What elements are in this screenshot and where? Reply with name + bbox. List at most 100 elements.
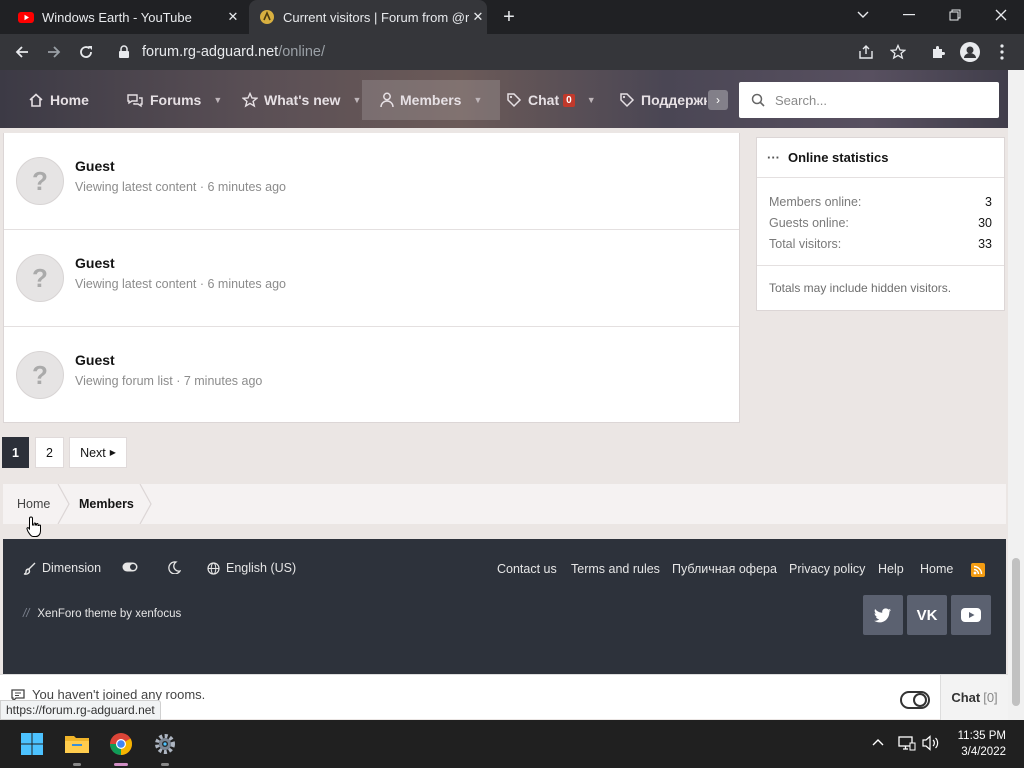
nav-support[interactable]: Поддержк: [619, 80, 707, 120]
nav-scroll-right-button[interactable]: ›: [708, 90, 728, 110]
user-icon: [380, 92, 394, 108]
reload-icon: [80, 46, 92, 58]
style-toggle[interactable]: [122, 562, 144, 572]
bookmark-button[interactable]: [886, 40, 910, 64]
nav-whats-new[interactable]: What's new ▼: [242, 80, 361, 120]
volume-icon[interactable]: [922, 735, 940, 754]
caret-right-icon: ▶: [109, 448, 116, 457]
system-clock[interactable]: 11:35 PM 3/4/2022: [954, 728, 1006, 760]
stat-value: 30: [978, 215, 992, 230]
twitter-button[interactable]: [863, 595, 903, 635]
language-chooser[interactable]: English (US): [207, 561, 296, 575]
minimize-button[interactable]: [886, 0, 932, 30]
restore-icon: [949, 9, 961, 21]
footer-link-contact[interactable]: Contact us: [497, 562, 557, 576]
visitor-list: ? Guest Viewing latest content · 6 minut…: [3, 133, 740, 423]
minimize-icon: [903, 14, 915, 16]
theme-credit[interactable]: // XenForo theme by xenfocus: [23, 608, 181, 620]
footer-link-help[interactable]: Help: [878, 562, 904, 576]
online-statistics-block: ··· Online statistics Members online: 3 G…: [756, 137, 1005, 311]
nav-home[interactable]: Home: [28, 80, 89, 120]
gear-icon: [155, 734, 175, 754]
youtube-button[interactable]: [951, 595, 991, 635]
search-input[interactable]: Search...: [739, 82, 999, 118]
start-button[interactable]: [16, 728, 48, 760]
nav-members[interactable]: Members ▼: [362, 80, 501, 120]
block-header: ··· Online statistics: [757, 138, 1004, 178]
chevron-down-icon[interactable]: ▼: [213, 95, 222, 105]
chevron-up-icon[interactable]: [872, 734, 884, 749]
dots-icon: ···: [767, 150, 780, 165]
breadcrumb-members[interactable]: Members: [79, 484, 134, 524]
chat-count-badge: 0: [563, 93, 575, 107]
tab-current-visitors[interactable]: Current visitors | Forum from @r... ✕: [249, 0, 487, 34]
next-page-button[interactable]: Next ▶: [69, 437, 127, 468]
nav-support-label: Поддержк: [641, 92, 707, 108]
file-explorer-button[interactable]: [61, 728, 93, 766]
dimension-switch[interactable]: Dimension: [23, 561, 101, 575]
chevron-down-icon[interactable]: ▼: [587, 95, 596, 105]
vk-button[interactable]: VK: [907, 595, 947, 635]
lock-icon: [119, 45, 129, 58]
close-icon[interactable]: ✕: [224, 9, 242, 25]
profile-button[interactable]: [958, 40, 982, 64]
rss-icon[interactable]: [971, 563, 985, 577]
tab-search-button[interactable]: [840, 0, 886, 30]
chat-open-button[interactable]: Chat [0]: [940, 675, 1008, 720]
dark-mode-toggle[interactable]: [168, 561, 187, 574]
close-window-button[interactable]: [978, 0, 1024, 30]
search-icon: [751, 93, 765, 107]
chrome-button[interactable]: [105, 728, 137, 766]
new-tab-button[interactable]: +: [498, 6, 520, 28]
chat-button-count: [0]: [983, 690, 998, 705]
breadcrumb: Home Members: [3, 484, 1006, 524]
reload-button[interactable]: [74, 40, 98, 64]
share-icon: [859, 45, 873, 59]
list-item: ? Guest Viewing latest content · 6 minut…: [4, 230, 739, 327]
avatar[interactable]: ?: [16, 351, 64, 399]
back-button[interactable]: [10, 40, 34, 64]
star-icon: [242, 92, 258, 108]
address-bar[interactable]: forum.rg-adguard.net/online/: [110, 37, 920, 67]
footer-link-home[interactable]: Home: [920, 562, 953, 576]
chat-toggle-icon[interactable]: [900, 691, 930, 709]
footer-link-offer[interactable]: Публичная офера: [672, 562, 777, 576]
language-label: English (US): [226, 561, 297, 575]
visitor-name: Guest: [75, 158, 115, 174]
youtube-icon: [961, 608, 981, 622]
search-placeholder: Search...: [775, 92, 828, 108]
visitor-activity: Viewing latest content · 6 minutes ago: [75, 180, 287, 194]
settings-app-button[interactable]: [149, 728, 181, 766]
restore-button[interactable]: [932, 0, 978, 30]
nav-forums[interactable]: Forums ▼: [126, 80, 222, 120]
browser-tab-strip: Windows Earth - YouTube ✕ Current visito…: [0, 0, 1024, 34]
clock-time: 11:35 PM: [957, 730, 1006, 742]
chevron-down-icon[interactable]: ▼: [473, 95, 482, 105]
network-icon[interactable]: [898, 735, 916, 754]
tab-youtube[interactable]: Windows Earth - YouTube ✕: [12, 0, 242, 34]
running-indicator: [161, 763, 169, 766]
running-indicator: [73, 763, 81, 766]
share-button[interactable]: [854, 40, 878, 64]
page-2-button[interactable]: 2: [35, 437, 64, 468]
forward-button[interactable]: [42, 40, 66, 64]
visitor-activity: Viewing latest content · 6 minutes ago: [75, 277, 287, 291]
running-indicator: [114, 763, 128, 766]
list-item: ? Guest Viewing forum list · 7 minutes a…: [4, 327, 739, 424]
tag-icon: [507, 93, 522, 108]
footer-link-terms[interactable]: Terms and rules: [571, 562, 660, 576]
footer-link-privacy[interactable]: Privacy policy: [789, 562, 865, 576]
scrollbar-thumb[interactable]: [1012, 558, 1020, 706]
page-1-button[interactable]: 1: [2, 437, 29, 468]
menu-button[interactable]: [990, 40, 1014, 64]
avatar[interactable]: ?: [16, 254, 64, 302]
list-item: ? Guest Viewing latest content · 6 minut…: [4, 133, 739, 230]
chevron-down-icon[interactable]: ▼: [352, 95, 361, 105]
page-scrollbar[interactable]: [1008, 70, 1024, 720]
nav-chat[interactable]: Chat 0 ▼: [506, 80, 596, 120]
extensions-button[interactable]: [926, 40, 950, 64]
avatar[interactable]: ?: [16, 157, 64, 205]
kebab-menu-icon: [1000, 44, 1004, 60]
breadcrumb-separator: [139, 484, 152, 524]
close-icon[interactable]: ✕: [469, 9, 487, 25]
